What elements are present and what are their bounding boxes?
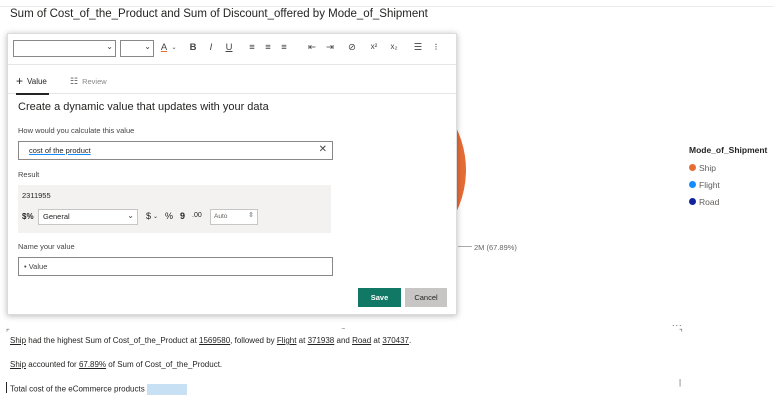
narrative-text: Total cost of the eCommerce products bbox=[10, 384, 145, 394]
tab-review[interactable]: ☷ Review bbox=[70, 69, 107, 93]
legend-marker bbox=[689, 181, 696, 188]
italic-icon[interactable]: I bbox=[205, 42, 217, 53]
plus-icon: + bbox=[16, 74, 24, 88]
subscript-icon[interactable]: x₂ bbox=[388, 42, 400, 51]
format-select[interactable]: General ⌄ bbox=[38, 209, 138, 225]
dynamic-value[interactable]: 1569580 bbox=[199, 336, 230, 345]
font-size-select[interactable]: ⌄ bbox=[120, 40, 154, 57]
narrative-text: at bbox=[371, 336, 383, 345]
comma-style-button[interactable]: 9 bbox=[180, 211, 185, 221]
numbered-list-icon[interactable]: ⁝ bbox=[430, 42, 442, 53]
legend-title: Mode_of_Shipment bbox=[689, 145, 768, 155]
dialog-tabs: + Value ☷ Review bbox=[8, 65, 456, 95]
legend-label: Ship bbox=[699, 162, 717, 173]
spinner-icon[interactable]: ⇳ bbox=[248, 211, 254, 219]
chart-title: Sum of Cost_of_the_Product and Sum of Di… bbox=[10, 8, 428, 20]
indent-decrease-icon[interactable]: ⇤ bbox=[306, 42, 318, 53]
cancel-button[interactable]: Cancel bbox=[405, 288, 447, 307]
pie-label-leader bbox=[458, 246, 472, 247]
chevron-down-icon[interactable]: ⌄ bbox=[168, 44, 180, 51]
tab-review-label: Review bbox=[82, 76, 107, 86]
narrative-text: . bbox=[409, 336, 412, 345]
superscript-icon[interactable]: x² bbox=[368, 42, 380, 51]
top-divider bbox=[0, 6, 774, 7]
legend-item-ship[interactable]: Ship bbox=[689, 159, 767, 176]
bold-icon[interactable]: B bbox=[187, 42, 199, 53]
narrative-text: accounted for bbox=[26, 360, 79, 369]
dynamic-value[interactable]: Flight bbox=[277, 336, 297, 345]
resize-handle-icon[interactable]: ⌝ bbox=[679, 328, 683, 337]
value-name-text: Value bbox=[28, 262, 48, 271]
legend: Mode_of_Shipment Ship Flight Road bbox=[689, 145, 767, 210]
chevron-down-icon[interactable]: ⌄ bbox=[153, 213, 158, 220]
legend-item-road[interactable]: Road bbox=[689, 193, 767, 210]
percent-button[interactable]: % bbox=[165, 211, 173, 221]
legend-marker bbox=[689, 198, 696, 205]
smart-narrative[interactable]: ⌜ ‾ ⌝ Ship had the highest Sum of Cost_o… bbox=[6, 328, 685, 403]
dynamic-value[interactable]: Road bbox=[352, 336, 371, 345]
legend-item-flight[interactable]: Flight bbox=[689, 176, 767, 193]
narrative-text: at bbox=[296, 336, 308, 345]
calculation-input[interactable]: cost of the product ✕ bbox=[18, 141, 333, 160]
narrative-text: , followed by bbox=[230, 336, 277, 345]
narrative-text: and bbox=[334, 336, 353, 345]
dynamic-value[interactable]: 370437 bbox=[382, 336, 409, 345]
dialog-heading: Create a dynamic value that updates with… bbox=[18, 101, 269, 113]
underline-icon[interactable]: U bbox=[223, 42, 235, 53]
dynamic-value-dialog: ⌄ ⌄ A ⌄ B I U ≡ ≡ ≡ ⇤ ⇥ ⊘ x² x₂ ☰ ⁝ + Va… bbox=[7, 33, 457, 315]
calc-label: How would you calculate this value bbox=[18, 126, 135, 135]
narrative-line-1: Ship had the highest Sum of Cost_of_the_… bbox=[10, 336, 411, 345]
dynamic-value[interactable]: Ship bbox=[10, 336, 26, 345]
review-list-icon: ☷ bbox=[70, 75, 79, 86]
chevron-down-icon: ⌄ bbox=[127, 211, 134, 220]
text-format-toolbar: ⌄ ⌄ A ⌄ B I U ≡ ≡ ≡ ⇤ ⇥ ⊘ x² x₂ ☰ ⁝ bbox=[8, 34, 456, 65]
decimal-places-button[interactable]: .00 bbox=[192, 212, 202, 219]
dynamic-value[interactable]: 67.89% bbox=[79, 360, 106, 369]
value-name-input[interactable]: • Value bbox=[18, 257, 333, 276]
bullet-list-icon[interactable]: ☰ bbox=[412, 42, 424, 53]
dynamic-value-placeholder[interactable] bbox=[146, 384, 187, 395]
tab-value[interactable]: + Value bbox=[16, 69, 49, 95]
clear-icon[interactable]: ✕ bbox=[319, 144, 327, 155]
dynamic-value[interactable]: 371938 bbox=[308, 336, 335, 345]
link-icon[interactable]: ⊘ bbox=[346, 42, 358, 53]
pie-data-label: 2M (67.89%) bbox=[474, 243, 517, 252]
decimal-places-input[interactable]: Auto ⇳ bbox=[210, 209, 258, 225]
number-format-icon: $% bbox=[22, 212, 34, 221]
align-left-icon[interactable]: ≡ bbox=[246, 42, 258, 53]
align-right-icon[interactable]: ≡ bbox=[278, 42, 290, 53]
text-cursor bbox=[6, 382, 7, 393]
narrative-line-3: Total cost of the eCommerce products bbox=[10, 384, 187, 395]
save-button[interactable]: Save bbox=[358, 288, 401, 307]
legend-label: Road bbox=[699, 196, 720, 207]
chevron-down-icon: ⌄ bbox=[144, 42, 151, 51]
calculation-input-value: cost of the product bbox=[29, 146, 91, 155]
tab-value-label: Value bbox=[27, 76, 47, 86]
more-options-icon[interactable]: ... bbox=[672, 318, 683, 328]
narrative-line-2: Ship accounted for 67.89% of Sum of Cost… bbox=[10, 360, 222, 369]
value-name-input-value: • Value bbox=[24, 262, 47, 271]
font-family-select[interactable]: ⌄ bbox=[13, 40, 116, 57]
narrative-text: of Sum of Cost_of_the_Product. bbox=[106, 360, 223, 369]
name-label: Name your value bbox=[18, 242, 75, 251]
format-select-value: General bbox=[43, 212, 70, 221]
resize-handle-icon[interactable]: | bbox=[679, 378, 681, 387]
legend-marker bbox=[689, 164, 696, 171]
result-value: 2311955 bbox=[22, 191, 51, 200]
chevron-down-icon: ⌄ bbox=[106, 42, 113, 51]
decimal-places-value: Auto bbox=[214, 213, 228, 220]
align-center-icon[interactable]: ≡ bbox=[262, 42, 274, 53]
result-panel: 2311955 $% General ⌄ $ ⌄ % 9 .00 Auto ⇳ bbox=[18, 185, 331, 233]
hash-icon: • bbox=[24, 262, 27, 271]
indent-increase-icon[interactable]: ⇥ bbox=[324, 42, 336, 53]
result-label: Result bbox=[18, 170, 40, 179]
currency-button[interactable]: $ bbox=[146, 211, 151, 221]
dynamic-value[interactable]: Ship bbox=[10, 360, 26, 369]
narrative-text: had the highest Sum of Cost_of_the_Produ… bbox=[26, 336, 200, 345]
legend-label: Flight bbox=[699, 179, 720, 190]
